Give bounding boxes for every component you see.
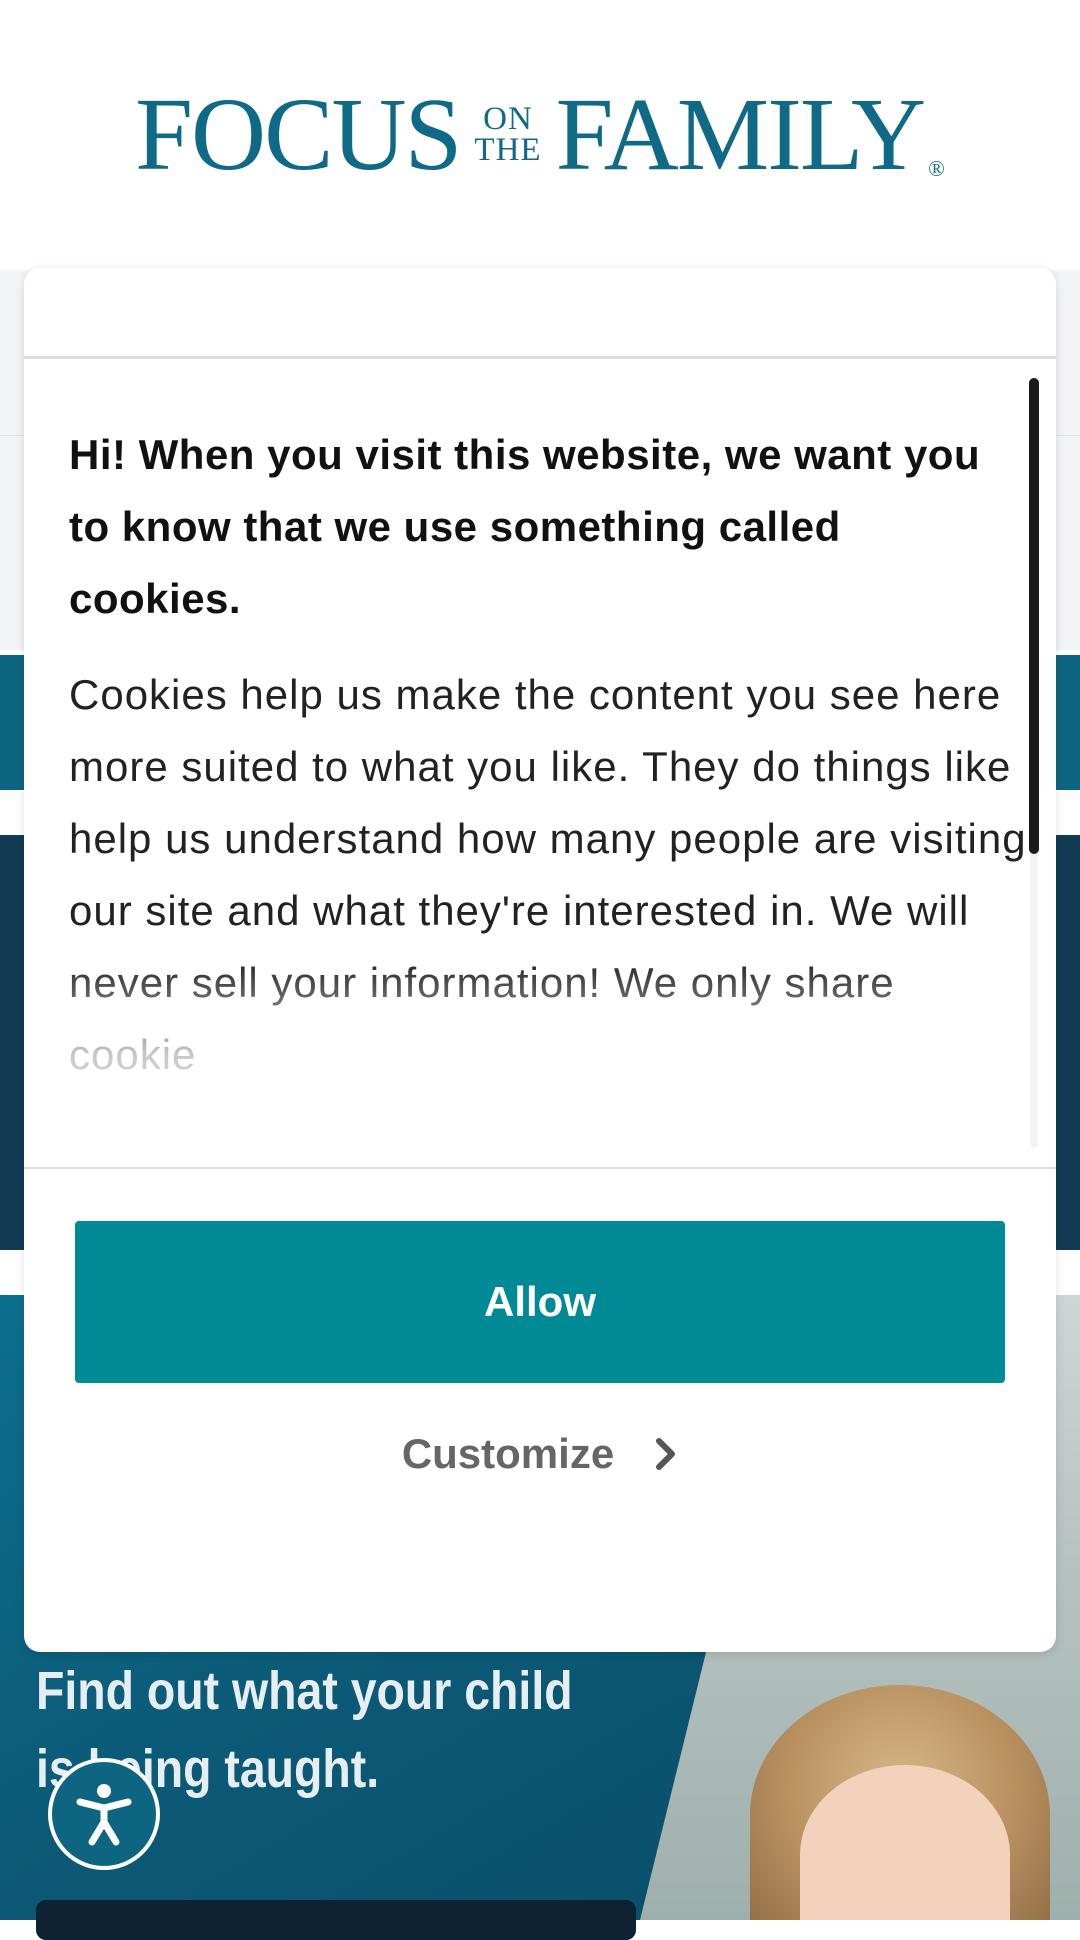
site-header: FOCUS ON THE FAMILY ® <box>0 0 1080 270</box>
dialog-bottom-divider <box>24 1167 1056 1169</box>
logo-on-the: ON THE <box>474 100 542 168</box>
accessibility-icon <box>76 1784 132 1846</box>
allow-button-label: Allow <box>484 1278 596 1325</box>
customize-button-label: Customize <box>401 1430 615 1477</box>
hero-headline-line-1: Find out what your child <box>36 1661 573 1721</box>
allow-cookies-button[interactable]: Allow <box>75 1221 1005 1383</box>
accessibility-button[interactable] <box>48 1758 160 1870</box>
logo-family: FAMILY <box>555 77 927 192</box>
cookie-consent-dialog: Hi! When you visit this website, we want… <box>24 268 1056 1652</box>
logo-registered-mark: ® <box>928 156 945 181</box>
focus-on-the-family-logo[interactable]: FOCUS ON THE FAMILY ® <box>0 80 1080 190</box>
cookie-consent-heading: Hi! When you visit this website, we want… <box>69 431 981 622</box>
hero-cta-button[interactable] <box>36 1900 636 1940</box>
customize-cookies-button[interactable]: Customize <box>340 1408 740 1500</box>
logo-the: THE <box>474 132 542 168</box>
logo-focus: FOCUS <box>135 77 462 192</box>
chevron-right-icon <box>656 1438 676 1470</box>
cookie-consent-body[interactable]: Hi! When you visit this website, we want… <box>69 359 1029 1165</box>
cookie-consent-text: Cookies help us make the content you see… <box>69 671 1027 1078</box>
logo-on: ON <box>483 100 533 137</box>
dialog-scrollbar-thumb[interactable] <box>1029 378 1039 854</box>
